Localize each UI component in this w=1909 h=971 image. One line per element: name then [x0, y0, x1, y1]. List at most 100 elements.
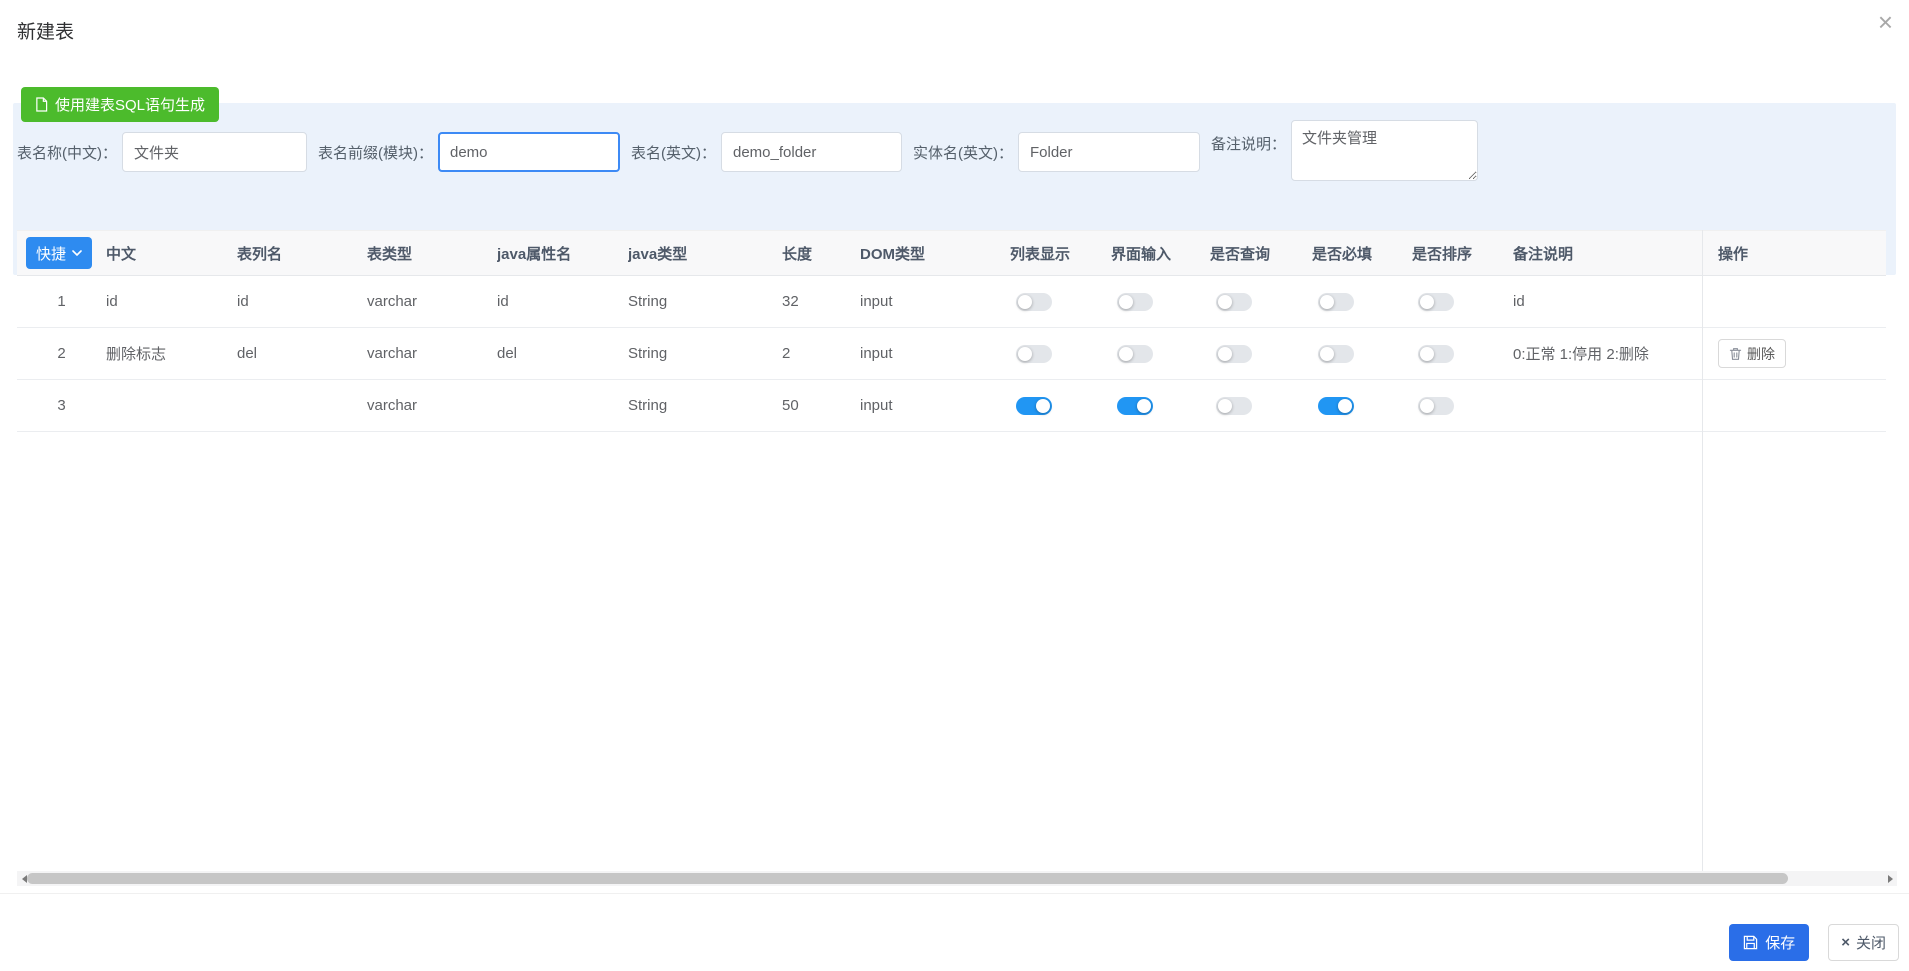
modal-close-icon[interactable]: × [1872, 8, 1899, 36]
cell-dom-type: input [860, 293, 893, 310]
cell-form-input [1111, 328, 1210, 379]
cell-chinese: id [106, 293, 118, 310]
close-x-icon: × [1841, 934, 1850, 951]
cell-db-type: varchar [367, 397, 418, 414]
header-form-input: 界面输入 [1111, 245, 1172, 263]
is-query-toggle[interactable] [1216, 396, 1252, 415]
cell-is-required [1312, 276, 1412, 327]
cell-form-input [1111, 276, 1210, 327]
table-name-en-label: 表名(英文)： [631, 144, 716, 162]
table-name-cn-input[interactable] [122, 132, 307, 172]
form-input-toggle[interactable] [1117, 396, 1153, 415]
row-number: 3 [57, 397, 66, 414]
is-sort-toggle[interactable] [1418, 344, 1454, 363]
table-prefix-label: 表名前缀(模块)： [318, 144, 433, 162]
sql-generate-label: 使用建表SQL语句生成 [55, 97, 206, 114]
field-entity-name: 实体名(英文)： [913, 132, 1200, 172]
cell-java-type: String [628, 345, 668, 362]
cell-column-name [237, 380, 367, 431]
cell-is-query [1210, 380, 1312, 431]
header-is-query: 是否查询 [1210, 245, 1271, 263]
left-arrow-icon [21, 874, 27, 883]
cell-list-show [1010, 276, 1111, 327]
header-list-show: 列表显示 [1010, 245, 1071, 263]
table-name-en-input[interactable] [721, 132, 902, 172]
cell-length: 2 [782, 345, 791, 362]
columns-table: 快捷 中文 表列名 表类型 java属性名 java类型 长度 DOM类型 列表… [17, 230, 1886, 871]
scrollbar-thumb[interactable] [27, 873, 1788, 884]
cell-chinese: 删除标志 [106, 346, 167, 363]
remark-label: 备注说明： [1211, 136, 1287, 153]
cell-length: 50 [782, 397, 799, 414]
is-sort-toggle[interactable] [1418, 292, 1454, 311]
list-show-toggle[interactable] [1016, 344, 1052, 363]
chevron-down-icon [72, 249, 82, 256]
delete-row-button[interactable]: 删除 [1718, 339, 1786, 368]
horizontal-scrollbar[interactable] [17, 871, 1897, 886]
cell-java-type: String [628, 293, 668, 310]
cell-is-sort [1412, 328, 1513, 379]
cell-list-show [1010, 328, 1111, 379]
cell-remark [1513, 380, 1702, 431]
table-prefix-input[interactable] [438, 132, 620, 172]
header-db-type: 表类型 [367, 245, 413, 263]
cell-remark: id [1513, 293, 1525, 310]
table-row: 2 删除标志 del varchar del String 2 input 0:正常 1:停用 … [17, 328, 1886, 380]
field-table-prefix: 表名前缀(模块)： [318, 132, 620, 172]
header-is-required: 是否必填 [1312, 245, 1373, 263]
is-sort-toggle[interactable] [1418, 396, 1454, 415]
cell-list-show [1010, 380, 1111, 431]
cell-java-type: String [628, 397, 668, 414]
header-chinese: 中文 [106, 245, 137, 263]
sql-document-icon [36, 97, 48, 112]
header-java-type: java类型 [628, 245, 688, 263]
close-button-label: 关闭 [1855, 935, 1886, 952]
list-show-toggle[interactable] [1016, 292, 1052, 311]
form-input-toggle[interactable] [1117, 344, 1153, 363]
scroll-right-arrow[interactable] [1883, 871, 1897, 886]
close-button[interactable]: × 关闭 [1828, 924, 1899, 961]
cell-chinese [106, 380, 237, 431]
delete-row-label: 删除 [1747, 345, 1775, 362]
cell-is-sort [1412, 276, 1513, 327]
cell-form-input [1111, 380, 1210, 431]
list-show-toggle[interactable] [1016, 396, 1052, 415]
cell-remark: 0:正常 1:停用 2:删除 [1513, 346, 1649, 363]
cell-action [1702, 276, 1886, 327]
table-row: 3 varchar String 50 input [17, 380, 1886, 432]
table-body: 1 id id varchar id String 32 input id 2 删除标志 del var… [17, 276, 1886, 432]
header-column-name: 表列名 [237, 245, 283, 263]
cell-is-sort [1412, 380, 1513, 431]
header-action: 操作 [1718, 245, 1749, 263]
header-is-sort: 是否排序 [1412, 245, 1473, 263]
modal-footer: 保存 × 关闭 [0, 893, 1909, 971]
right-arrow-icon [1887, 874, 1893, 883]
cell-action [1702, 380, 1886, 431]
cell-is-query [1210, 276, 1312, 327]
is-query-toggle[interactable] [1216, 344, 1252, 363]
row-number: 1 [57, 293, 66, 310]
is-required-toggle[interactable] [1318, 292, 1354, 311]
header-length: 长度 [782, 245, 813, 263]
is-required-toggle[interactable] [1318, 396, 1354, 415]
header-java-field: java属性名 [497, 245, 572, 263]
remark-textarea[interactable]: 文件夹管理 [1291, 120, 1479, 181]
header-dom-type: DOM类型 [860, 245, 925, 263]
quick-dropdown-button[interactable]: 快捷 [26, 237, 93, 269]
field-table-name-cn: 表名称(中文)： [17, 132, 307, 172]
sql-generate-button[interactable]: 使用建表SQL语句生成 [21, 87, 220, 122]
cell-java-field [497, 380, 628, 431]
cell-is-query [1210, 328, 1312, 379]
table-name-cn-label: 表名称(中文)： [17, 144, 117, 162]
cell-dom-type: input [860, 345, 893, 362]
cell-is-required [1312, 328, 1412, 379]
is-query-toggle[interactable] [1216, 292, 1252, 311]
is-required-toggle[interactable] [1318, 344, 1354, 363]
row-number: 2 [57, 345, 66, 362]
form-input-toggle[interactable] [1117, 292, 1153, 311]
cell-length: 32 [782, 293, 799, 310]
table-header-row: 快捷 中文 表列名 表类型 java属性名 java类型 长度 DOM类型 列表… [17, 230, 1886, 276]
entity-name-input[interactable] [1018, 132, 1200, 172]
page-title: 新建表 [17, 22, 75, 43]
save-button[interactable]: 保存 [1729, 924, 1810, 961]
